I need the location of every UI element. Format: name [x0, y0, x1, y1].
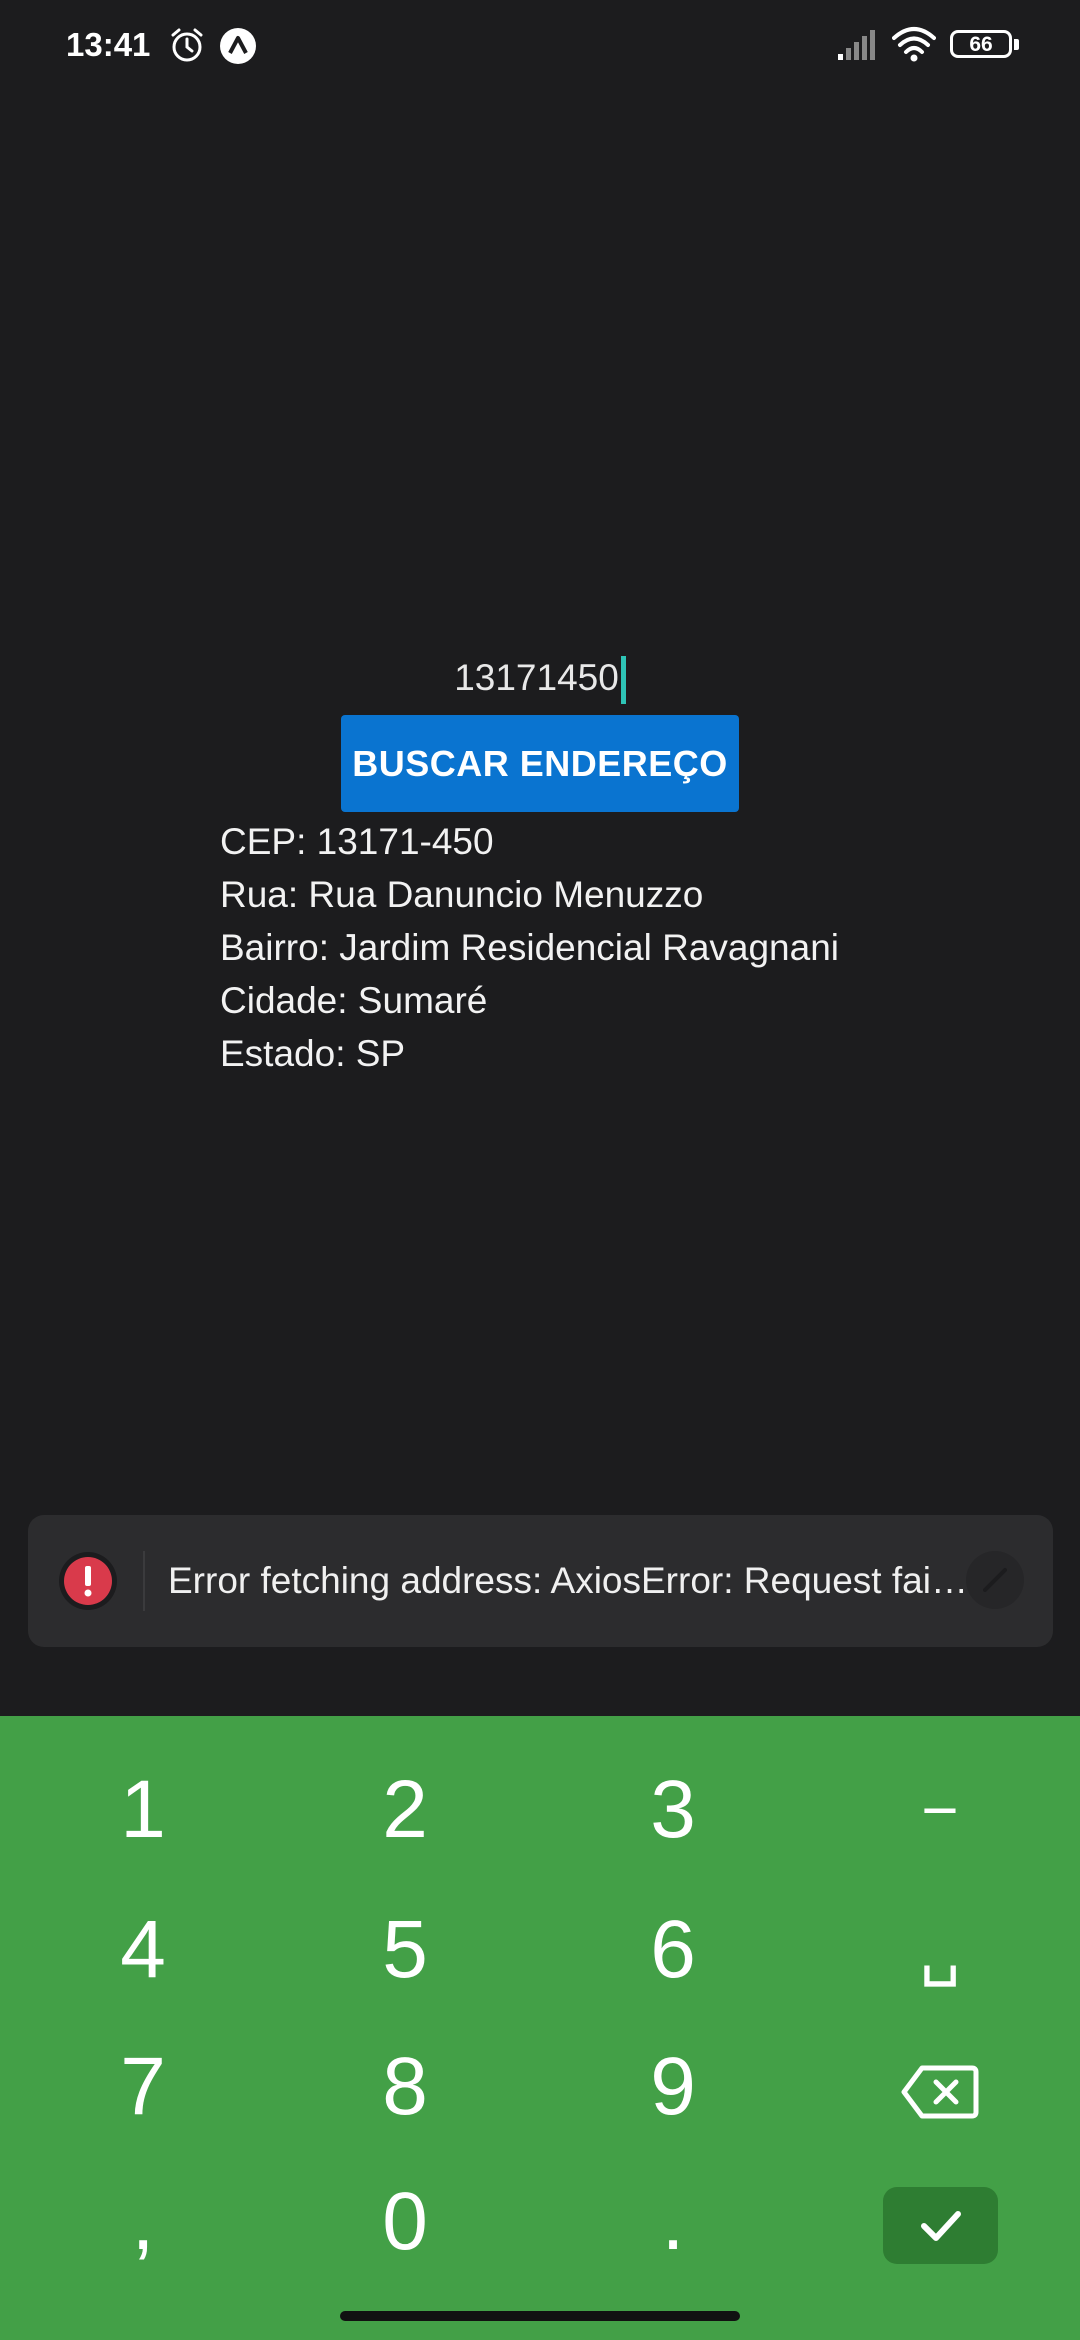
toast-message: Error fetching address: AxiosError: Requ…: [168, 1560, 968, 1601]
result-cidade: Cidade: Sumaré: [220, 980, 488, 1021]
key-8[interactable]: 8: [305, 2027, 505, 2147]
app-a-icon: [218, 26, 258, 71]
check-icon: [921, 2211, 961, 2241]
cep-input-value: 13171450: [454, 657, 619, 698]
error-toast[interactable]: Error fetching address: AxiosError: Requ…: [28, 1515, 1053, 1647]
backspace-icon: [901, 2065, 979, 2119]
enter-key[interactable]: [883, 2187, 998, 2264]
key-minus[interactable]: −: [840, 1750, 1040, 1870]
signal-icon: [836, 30, 878, 67]
search-address-button[interactable]: BUSCAR ENDEREÇO: [341, 715, 739, 812]
key-2[interactable]: 2: [305, 1750, 505, 1870]
alarm-icon: [168, 26, 206, 69]
result-estado: Estado: SP: [220, 1033, 406, 1074]
key-5[interactable]: 5: [305, 1890, 505, 2010]
status-time: 13:41: [66, 26, 151, 63]
wifi-icon: [892, 26, 936, 69]
toast-dismiss-button[interactable]: [966, 1551, 1024, 1609]
status-bar: 13:41 66: [0, 0, 1080, 96]
toast-divider: [143, 1551, 145, 1611]
cep-input[interactable]: 13171450: [380, 650, 700, 706]
home-indicator[interactable]: [340, 2311, 740, 2321]
battery-icon: 66: [950, 30, 1022, 62]
key-4[interactable]: 4: [43, 1890, 243, 2010]
result-bairro: Bairro: Jardim Residencial Ravagnani: [220, 927, 840, 968]
result-rua: Rua: Rua Danuncio Menuzzo: [220, 874, 704, 915]
key-dot[interactable]: .: [573, 2162, 773, 2282]
result-cep: CEP: 13171-450: [220, 821, 494, 862]
close-icon: [983, 1568, 1007, 1592]
key-3[interactable]: 3: [573, 1750, 773, 1870]
key-comma[interactable]: ,: [43, 2162, 243, 2282]
battery-level: 66: [969, 33, 993, 56]
key-7[interactable]: 7: [43, 2027, 243, 2147]
backspace-key[interactable]: [840, 2027, 1040, 2147]
address-result: CEP: 13171-450 Rua: Rua Danuncio Menuzzo…: [220, 815, 839, 1080]
key-6[interactable]: 6: [573, 1890, 773, 2010]
key-0[interactable]: 0: [305, 2162, 505, 2282]
error-icon: [58, 1551, 118, 1611]
text-caret: [620, 656, 626, 705]
key-9[interactable]: 9: [573, 2027, 773, 2147]
key-space[interactable]: ␣: [840, 1890, 1040, 2010]
key-1[interactable]: 1: [43, 1750, 243, 1870]
